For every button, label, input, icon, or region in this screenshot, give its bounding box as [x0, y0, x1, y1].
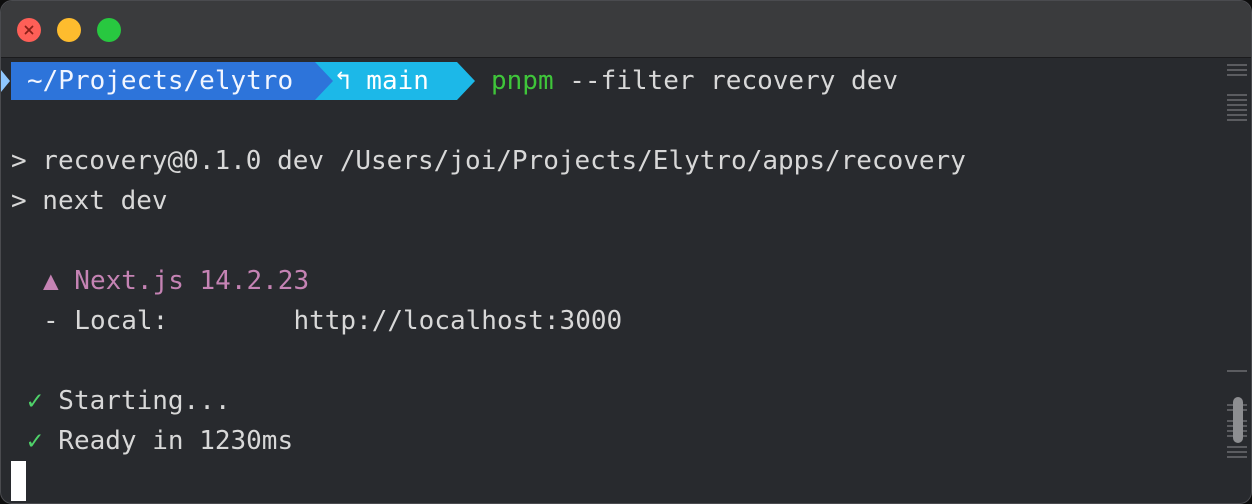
scroll-mark	[1227, 64, 1247, 79]
output-line-command: > next dev	[11, 186, 168, 216]
check-icon: ✓	[27, 386, 43, 416]
check-icon: ✓	[27, 426, 43, 456]
command-binary: pnpm	[491, 66, 554, 96]
prompt-marker-icon	[1, 70, 10, 92]
powerline-separator-icon	[457, 62, 475, 100]
prompt-branch-segment: ↰ main	[315, 62, 457, 100]
maximize-window-button[interactable]	[97, 18, 121, 42]
nextjs-version-line: ▲ Next.js 14.2.23	[43, 266, 310, 296]
minimize-window-button[interactable]	[57, 18, 81, 42]
ready-text: Ready in 1230ms	[42, 426, 294, 456]
command-arguments: --filter recovery dev	[553, 66, 898, 96]
local-label: - Local:	[43, 306, 294, 336]
prompt-path-segment: ~/Projects/elytro	[11, 62, 315, 100]
starting-text: Starting...	[42, 386, 231, 416]
scrollbar-thumb[interactable]	[1233, 397, 1243, 443]
title-bar	[1, 1, 1251, 58]
ready-line: ✓ Ready in 1230ms	[27, 421, 293, 461]
output-line-script: > recovery@0.1.0 dev /Users/joi/Projects…	[11, 146, 966, 176]
text-cursor	[11, 461, 26, 501]
close-window-button[interactable]	[17, 18, 41, 42]
command-text: pnpm --filter recovery dev	[491, 62, 898, 100]
scroll-mark	[1227, 370, 1247, 372]
starting-line: ✓ Starting...	[27, 381, 231, 421]
scroll-mark	[1227, 94, 1247, 124]
powerline-separator-icon	[315, 62, 333, 100]
terminal-window: ~/Projects/elytro ↰ main pnpm --filter r…	[0, 0, 1252, 504]
close-icon	[24, 25, 34, 35]
terminal-content[interactable]: ~/Projects/elytro ↰ main pnpm --filter r…	[1, 58, 1225, 503]
local-url: http://localhost:3000	[293, 306, 623, 336]
scroll-mark	[1227, 446, 1247, 461]
local-url-line: - Local: http://localhost:3000	[43, 301, 622, 341]
